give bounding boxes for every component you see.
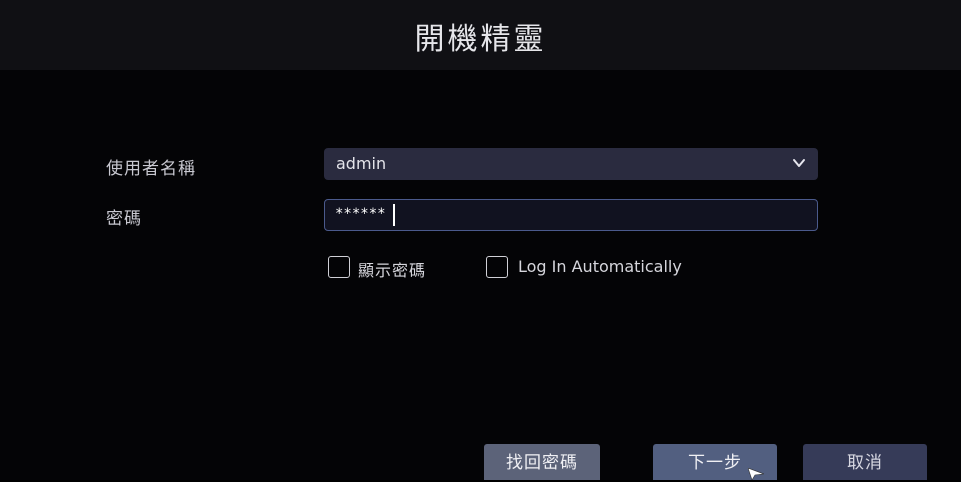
show-password-checkbox[interactable] xyxy=(328,256,350,278)
text-caret xyxy=(393,204,395,226)
password-label: 密碼 xyxy=(106,209,142,229)
page-title: 開機精靈 xyxy=(414,22,547,57)
auto-login-checkbox[interactable] xyxy=(486,256,508,278)
title-bar: 開機精靈 xyxy=(0,0,961,70)
chevron-down-icon[interactable] xyxy=(792,156,806,170)
cancel-button[interactable]: 取消 xyxy=(803,444,927,480)
mouse-pointer-icon xyxy=(748,468,764,480)
password-field[interactable]: ****** xyxy=(324,199,818,231)
show-password-label[interactable]: 顯示密碼 xyxy=(358,257,426,281)
startup-wizard-screen: 開機精靈 使用者名稱 admin 密碼 ****** 顯示密碼 Log In A… xyxy=(0,0,961,480)
password-field-value: ****** xyxy=(335,206,386,222)
recover-password-button[interactable]: 找回密碼 xyxy=(484,444,600,480)
username-label: 使用者名稱 xyxy=(106,159,196,179)
username-select[interactable]: admin xyxy=(324,148,818,180)
auto-login-label[interactable]: Log In Automatically xyxy=(518,257,682,276)
username-select-value: admin xyxy=(336,154,387,173)
